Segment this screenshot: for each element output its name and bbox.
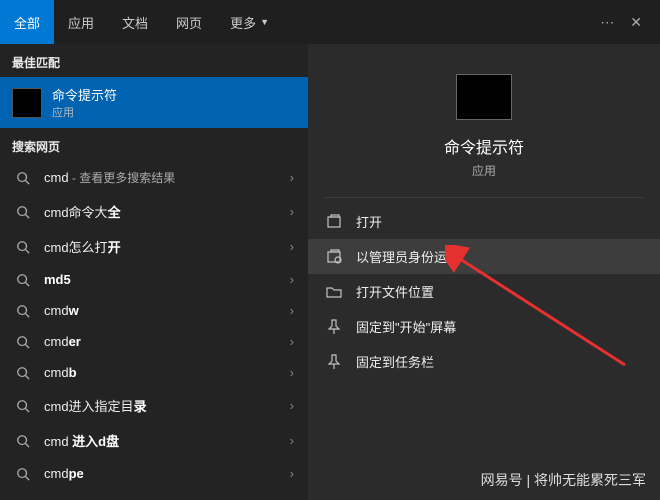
search-item-9[interactable]: cmdpe › [0, 458, 308, 489]
cmd-icon [12, 88, 42, 118]
action-admin[interactable]: 以管理员身份运行 [308, 239, 660, 274]
search-text: cmdpe [44, 466, 284, 481]
header-icons: ⋯ ✕ [600, 14, 652, 31]
tab-web[interactable]: 网页 [162, 0, 216, 44]
tab-more[interactable]: 更多 ▼ [216, 0, 283, 44]
open-icon [326, 214, 342, 230]
tab-all[interactable]: 全部 [0, 0, 54, 44]
tabs: 全部 应用 文档 网页 更多 ▼ [0, 0, 600, 44]
search-item-4[interactable]: cmdw › [0, 295, 308, 326]
chevron-right-icon: › [290, 365, 294, 380]
chevron-right-icon: › [290, 334, 294, 349]
chevron-right-icon: › [290, 303, 294, 318]
section-search-web: 搜索网页 [0, 128, 308, 161]
action-open[interactable]: 打开 [308, 204, 660, 239]
tab-docs[interactable]: 文档 [108, 0, 162, 44]
search-icon [16, 366, 30, 380]
chevron-right-icon: › [290, 239, 294, 254]
search-icon [16, 434, 30, 448]
search-text: cmd怎么打开 [44, 237, 284, 256]
chevron-right-icon: › [290, 272, 294, 287]
search-item-0[interactable]: cmd - 查看更多搜索结果 › [0, 161, 308, 194]
search-item-1[interactable]: cmd命令大全 › [0, 194, 308, 229]
best-match-item[interactable]: 命令提示符 应用 [0, 77, 308, 128]
action-label: 打开文件位置 [356, 282, 434, 301]
search-text: cmder [44, 334, 284, 349]
detail-title: 命令提示符 [308, 134, 660, 158]
best-match-subtitle: 应用 [52, 104, 296, 120]
chevron-down-icon: ▼ [260, 17, 269, 27]
search-item-5[interactable]: cmder › [0, 326, 308, 357]
action-pin-taskbar[interactable]: 固定到任务栏 [308, 344, 660, 379]
header: 全部 应用 文档 网页 更多 ▼ ⋯ ✕ [0, 0, 660, 44]
chevron-right-icon: › [290, 466, 294, 481]
watermark: 网易号 | 将帅无能累死三军 [481, 470, 646, 490]
tab-apps[interactable]: 应用 [54, 0, 108, 44]
search-icon [16, 467, 30, 481]
search-text: cmd - 查看更多搜索结果 [44, 169, 284, 186]
section-best-match: 最佳匹配 [0, 44, 308, 77]
action-label: 打开 [356, 212, 382, 231]
admin-icon [326, 249, 342, 265]
search-text: cmd命令大全 [44, 202, 284, 221]
search-item-6[interactable]: cmdb › [0, 357, 308, 388]
left-panel: 最佳匹配 命令提示符 应用 搜索网页 cmd - 查看更多搜索结果›cmd命令大… [0, 44, 308, 500]
chevron-right-icon: › [290, 398, 294, 413]
search-text: cmdw [44, 303, 284, 318]
action-label: 固定到任务栏 [356, 352, 434, 371]
search-icon [16, 240, 30, 254]
folder-icon [326, 284, 342, 300]
more-icon[interactable]: ⋯ [600, 14, 614, 31]
detail-subtitle: 应用 [308, 162, 660, 179]
search-icon [16, 304, 30, 318]
detail-icon-wrap [308, 74, 660, 120]
search-item-8[interactable]: cmd 进入d盘 › [0, 423, 308, 458]
search-item-2[interactable]: cmd怎么打开 › [0, 229, 308, 264]
right-panel: 命令提示符 应用 打开以管理员身份运行打开文件位置固定到"开始"屏幕固定到任务栏 [308, 44, 660, 500]
search-icon [16, 273, 30, 287]
search-icon [16, 399, 30, 413]
search-text: cmdb [44, 365, 284, 380]
search-item-3[interactable]: md5 › [0, 264, 308, 295]
chevron-right-icon: › [290, 433, 294, 448]
action-folder[interactable]: 打开文件位置 [308, 274, 660, 309]
pin-taskbar-icon [326, 354, 342, 370]
detail-cmd-icon [456, 74, 512, 120]
close-icon[interactable]: ✕ [630, 14, 642, 31]
chevron-right-icon: › [290, 170, 294, 185]
chevron-right-icon: › [290, 204, 294, 219]
best-match-title: 命令提示符 [52, 85, 296, 104]
search-text: cmd进入指定目录 [44, 396, 284, 415]
divider [324, 197, 644, 198]
pin-start-icon [326, 319, 342, 335]
search-icon [16, 205, 30, 219]
action-pin-start[interactable]: 固定到"开始"屏幕 [308, 309, 660, 344]
main: 最佳匹配 命令提示符 应用 搜索网页 cmd - 查看更多搜索结果›cmd命令大… [0, 44, 660, 500]
search-text: md5 [44, 272, 284, 287]
action-label: 固定到"开始"屏幕 [356, 317, 456, 336]
action-label: 以管理员身份运行 [356, 247, 460, 266]
search-icon [16, 335, 30, 349]
search-item-7[interactable]: cmd进入指定目录 › [0, 388, 308, 423]
search-icon [16, 171, 30, 185]
search-text: cmd 进入d盘 [44, 431, 284, 450]
